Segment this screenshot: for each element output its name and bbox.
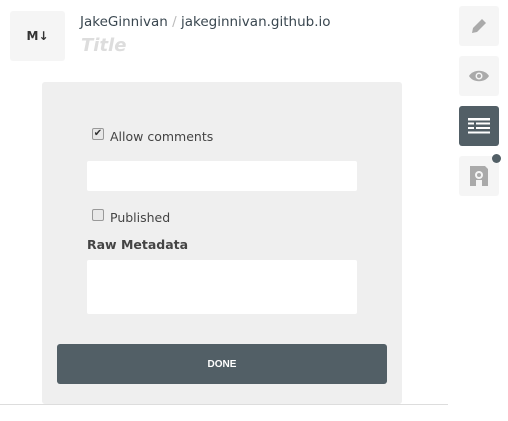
allow-comments-label[interactable]: Allow comments (110, 129, 213, 144)
published-checkbox[interactable] (92, 209, 104, 221)
breadcrumb-separator: / (172, 14, 177, 30)
raw-metadata-textarea[interactable] (87, 260, 357, 314)
unsaved-indicator (492, 154, 501, 163)
edit-button[interactable] (459, 6, 499, 46)
comments-input[interactable] (87, 161, 357, 191)
save-icon (470, 166, 488, 186)
published-label[interactable]: Published (110, 210, 170, 225)
pencil-icon (472, 19, 486, 33)
preview-button[interactable] (459, 56, 499, 96)
repo-link[interactable]: jakeginnivan.github.io (181, 14, 331, 30)
divider (0, 404, 448, 405)
done-button[interactable]: DONE (57, 344, 387, 384)
save-button[interactable] (459, 154, 501, 196)
metadata-button[interactable] (459, 106, 499, 146)
breadcrumb: JakeGinnivan / jakeginnivan.github.io (80, 14, 331, 30)
title-input[interactable]: Title (81, 35, 126, 56)
owner-link[interactable]: JakeGinnivan (80, 14, 168, 30)
eye-icon (469, 70, 489, 82)
logo-text: M↓ (26, 29, 49, 43)
allow-comments-checkbox[interactable]: ✔ (92, 128, 104, 140)
raw-metadata-heading: Raw Metadata (87, 237, 189, 252)
metadata-panel: ✔ Allow comments Published Raw Metadata … (42, 82, 402, 404)
markdown-logo: M↓ (10, 11, 65, 61)
metadata-icon (468, 118, 490, 134)
